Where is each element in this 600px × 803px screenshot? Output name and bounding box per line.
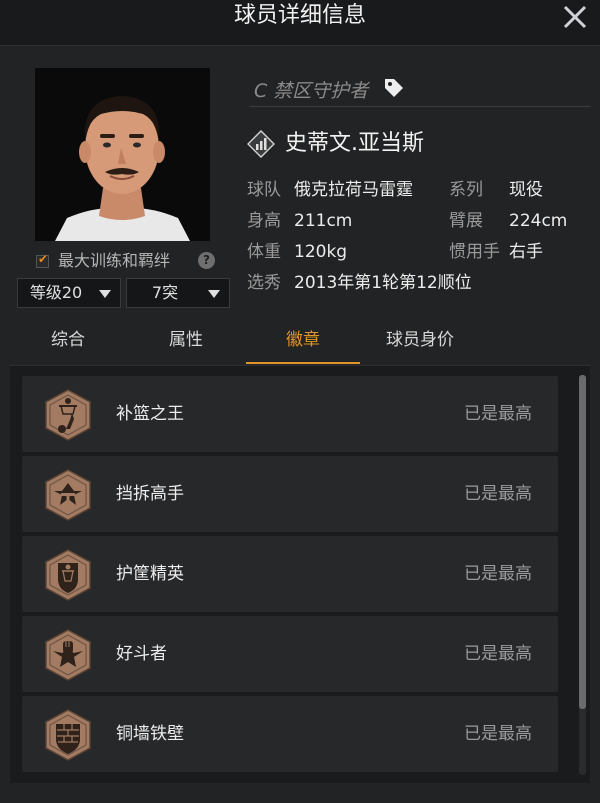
level-select-value: 等级20: [29, 283, 83, 302]
pick-roll-icon: [44, 469, 92, 521]
close-icon[interactable]: [560, 2, 590, 32]
breakthrough-select-value: 7突: [151, 283, 179, 302]
position-label: C 禁区守护者: [254, 80, 369, 102]
badge-row[interactable]: 护筐精英 已是最高: [22, 536, 558, 612]
position-row: C 禁区守护者: [250, 72, 590, 107]
help-icon[interactable]: ?: [198, 252, 215, 269]
brawler-icon: [44, 629, 92, 681]
badge-row[interactable]: 补篮之王 已是最高: [22, 376, 558, 452]
badge-name: 挡拆高手: [116, 484, 184, 504]
putback-icon: [44, 389, 92, 441]
badge-row[interactable]: 挡拆高手 已是最高: [22, 456, 558, 532]
tab-bar: 综合 属性 徽章 球员身价: [0, 320, 600, 364]
tab-badges[interactable]: 徽章: [246, 320, 360, 364]
height-value: 211cm: [294, 211, 353, 231]
player-name-row: 史蒂文.亚当斯: [246, 128, 587, 160]
weight-label: 体重: [247, 242, 281, 262]
badge-name: 好斗者: [116, 644, 167, 664]
hand-value: 右手: [509, 242, 543, 262]
draft-value: 2013年第1轮第12顺位: [294, 273, 472, 293]
badge-name: 铜墙铁壁: [116, 724, 184, 744]
draft-label: 选秀: [247, 273, 281, 293]
badge-row[interactable]: 好斗者 已是最高: [22, 616, 558, 692]
team-label: 球队: [247, 180, 281, 200]
team-value: 俄克拉荷马雷霆: [294, 180, 413, 200]
chevron-down-icon: [99, 290, 111, 298]
badge-status: 已是最高: [464, 404, 532, 424]
rim-protector-icon: [44, 549, 92, 601]
scrollbar-thumb[interactable]: [579, 375, 586, 709]
tab-player-value[interactable]: 球员身价: [375, 320, 465, 362]
max-training-row[interactable]: ✔ 最大训练和羁绊 ?: [36, 250, 216, 272]
player-name: 史蒂文.亚当斯: [285, 131, 424, 156]
position-diamond-icon: [246, 129, 276, 159]
series-label: 系列: [449, 180, 483, 200]
badge-name: 护筐精英: [116, 564, 184, 584]
scrollbar[interactable]: [579, 375, 586, 775]
max-training-checkbox[interactable]: ✔: [36, 252, 49, 268]
breakthrough-select[interactable]: 7突: [126, 278, 230, 308]
badge-status: 已是最高: [464, 564, 532, 584]
badge-status: 已是最高: [464, 724, 532, 744]
player-portrait: [35, 68, 210, 241]
hand-label: 惯用手: [449, 242, 500, 262]
badge-status: 已是最高: [464, 644, 532, 664]
max-training-label: 最大训练和羁绊: [58, 251, 171, 270]
tag-icon[interactable]: [382, 76, 406, 100]
chevron-down-icon: [208, 290, 220, 298]
page-title: 球员详细信息: [233, 3, 366, 28]
tab-overview[interactable]: 综合: [28, 320, 108, 362]
brick-wall-icon: [44, 709, 92, 761]
height-label: 身高: [247, 211, 281, 231]
badge-list: 补篮之王 已是最高 挡拆高手 已是最高 护筐精英 已是最高 好斗者 已是最高 铜…: [10, 365, 590, 783]
badge-status: 已是最高: [464, 484, 532, 504]
title-bar: 球员详细信息: [0, 0, 600, 46]
badge-row[interactable]: 铜墙铁壁 已是最高: [22, 696, 558, 772]
tab-attributes[interactable]: 属性: [146, 320, 226, 362]
wingspan-label: 臂展: [449, 211, 483, 231]
badge-name: 补篮之王: [116, 404, 184, 424]
check-icon: ✔: [38, 252, 49, 266]
weight-value: 120kg: [294, 242, 348, 262]
level-select[interactable]: 等级20: [17, 278, 121, 308]
wingspan-value: 224cm: [509, 211, 568, 231]
series-value: 现役: [509, 180, 543, 200]
